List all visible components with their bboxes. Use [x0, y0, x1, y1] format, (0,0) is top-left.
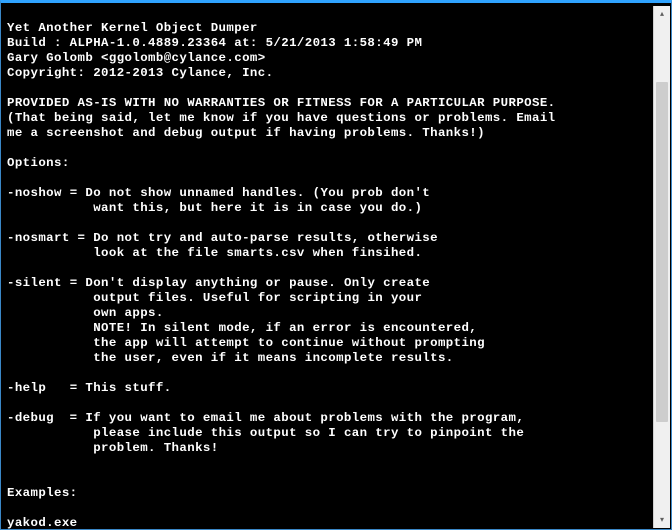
- author-line: Gary Golomb <ggolomb@cylance.com>: [7, 51, 266, 65]
- option-silent-desc-4: NOTE! In silent mode, if an error is enc…: [93, 321, 477, 335]
- option-silent-desc-5: the app will attempt to continue without…: [93, 336, 485, 350]
- option-debug-desc-2: please include this output so I can try …: [93, 426, 524, 440]
- warranty-line-1: PROVIDED AS-IS WITH NO WARRANTIES OR FIT…: [7, 96, 556, 110]
- build-line: Build : ALPHA-1.0.4889.23364 at: 5/21/20…: [7, 36, 422, 50]
- copyright-line: Copyright: 2012-2013 Cylance, Inc.: [7, 66, 273, 80]
- option-silent-desc-3: own apps.: [93, 306, 164, 320]
- title-line: Yet Another Kernel Object Dumper: [7, 21, 258, 35]
- console-output: Yet Another Kernel Object Dumper Build :…: [7, 21, 647, 530]
- option-noshow-desc-1: Do not show unnamed handles. (You prob d…: [85, 186, 430, 200]
- option-silent-flag: -silent: [7, 276, 62, 290]
- scroll-up-button[interactable]: ▴: [654, 6, 670, 22]
- option-debug-desc-3: problem. Thanks!: [93, 441, 218, 455]
- examples-heading: Examples:: [7, 486, 78, 500]
- scroll-down-button[interactable]: ▾: [654, 512, 670, 528]
- chevron-up-icon: ▴: [660, 9, 664, 19]
- scrollbar-track[interactable]: [654, 22, 670, 512]
- console-viewport: Yet Another Kernel Object Dumper Build :…: [1, 3, 653, 529]
- option-silent-desc-1: Don't display anything or pause. Only cr…: [85, 276, 430, 290]
- option-noshow-flag: -noshow: [7, 186, 62, 200]
- option-nosmart-flag: -nosmart: [7, 231, 70, 245]
- option-help-flag: -help: [7, 381, 46, 395]
- options-heading: Options:: [7, 156, 70, 170]
- example-line-1: yakod.exe: [7, 516, 78, 530]
- option-debug-desc-1: If you want to email me about problems w…: [85, 411, 524, 425]
- option-silent-desc-6: the user, even if it means incomplete re…: [93, 351, 453, 365]
- scrollbar-thumb[interactable]: [656, 82, 668, 422]
- option-silent-desc-2: output files. Useful for scripting in yo…: [93, 291, 422, 305]
- warranty-line-3: me a screenshot and debug output if havi…: [7, 126, 485, 140]
- option-help-desc-1: This stuff.: [85, 381, 171, 395]
- option-nosmart-desc-2: look at the file smarts.csv when finsihe…: [93, 246, 422, 260]
- option-noshow-desc-2: want this, but here it is in case you do…: [93, 201, 422, 215]
- warranty-line-2: (That being said, let me know if you hav…: [7, 111, 556, 125]
- option-debug-flag: -debug: [7, 411, 54, 425]
- option-nosmart-desc-1: Do not try and auto-parse results, other…: [93, 231, 438, 245]
- chevron-down-icon: ▾: [660, 515, 664, 525]
- console-window: Yet Another Kernel Object Dumper Build :…: [0, 0, 672, 530]
- vertical-scrollbar[interactable]: ▴ ▾: [653, 6, 670, 528]
